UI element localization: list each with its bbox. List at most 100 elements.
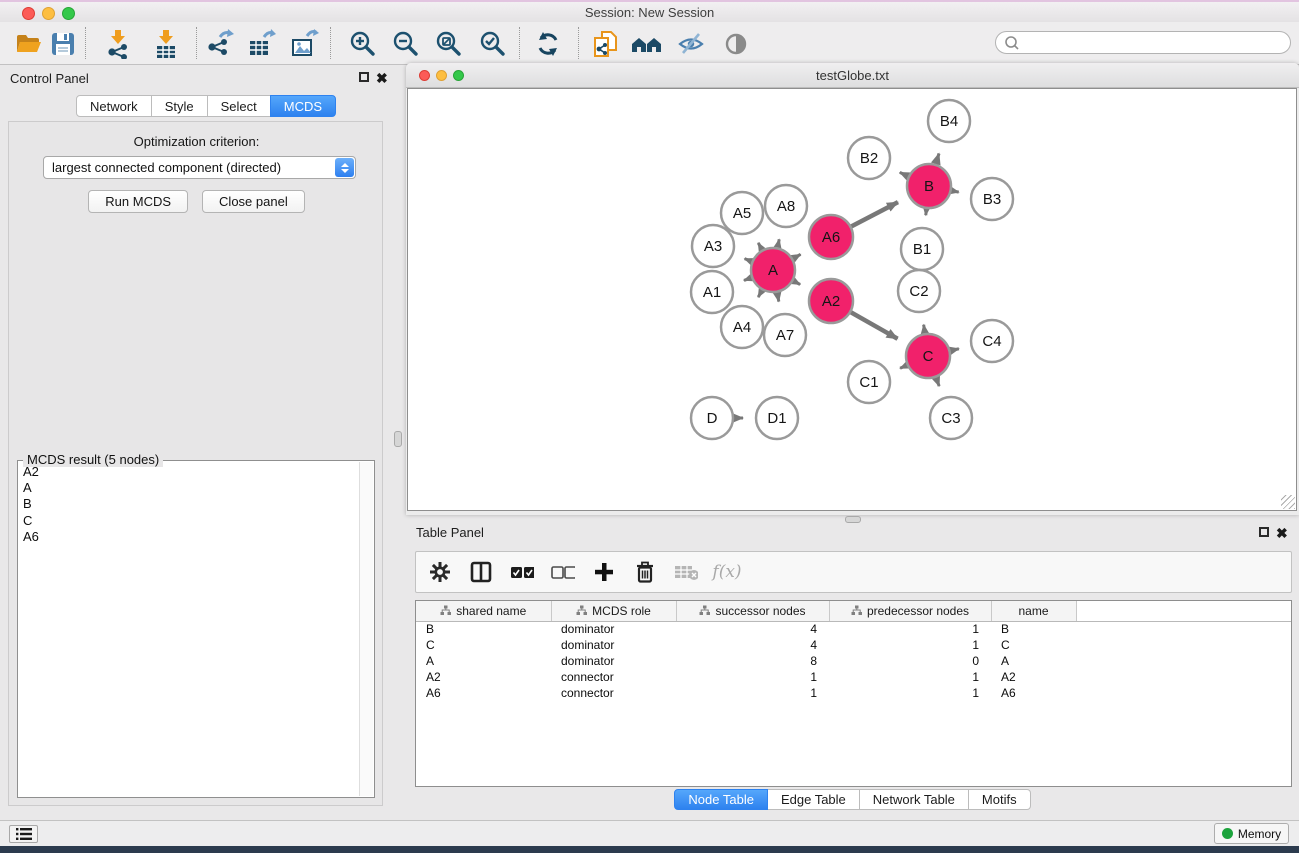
table-row[interactable]: A2connector11A2 bbox=[416, 669, 1291, 685]
graph-node-label-A4: A4 bbox=[733, 319, 751, 336]
tab-node-table[interactable]: Node Table bbox=[674, 789, 768, 810]
table-row[interactable]: Bdominator41B bbox=[416, 621, 1291, 637]
task-history-button[interactable] bbox=[9, 825, 38, 843]
table-cell: 4 bbox=[676, 637, 829, 653]
control-panel-close-icon[interactable]: ✖ bbox=[376, 72, 388, 84]
criterion-dropdown[interactable]: largest connected component (directed) bbox=[43, 156, 356, 179]
memory-button[interactable]: Memory bbox=[1214, 823, 1289, 844]
table-panel-title: Table Panel bbox=[416, 525, 484, 540]
tab-select[interactable]: Select bbox=[207, 95, 271, 117]
mcds-result-item[interactable]: C bbox=[23, 513, 359, 529]
table-toolbar: f(x) bbox=[415, 551, 1292, 593]
table-row[interactable]: A6connector11A6 bbox=[416, 685, 1291, 701]
search-input[interactable] bbox=[1020, 35, 1290, 51]
delete-column-icon[interactable] bbox=[633, 559, 657, 585]
graph-node-label-B: B bbox=[924, 178, 934, 195]
apply-layout-icon[interactable] bbox=[531, 27, 565, 61]
table-panel-close-icon[interactable]: ✖ bbox=[1276, 527, 1288, 539]
main-toolbar bbox=[0, 22, 1299, 65]
tab-network[interactable]: Network bbox=[76, 95, 152, 117]
table-cell bbox=[1076, 653, 1291, 669]
optimization-criterion-label: Optimization criterion: bbox=[9, 134, 384, 149]
criterion-value: largest connected component (directed) bbox=[44, 160, 335, 175]
column-header-successor-nodes[interactable]: successor nodes bbox=[676, 601, 829, 621]
table-panel-float-icon[interactable] bbox=[1259, 527, 1269, 537]
column-layout-icon[interactable] bbox=[469, 559, 493, 585]
network-canvas[interactable]: AA1A2A3A4A5A6A7A8BB1B2B3B4CC1C2C3C4DD1 bbox=[407, 88, 1297, 511]
table-cell: A2 bbox=[416, 669, 551, 685]
close-panel-button[interactable]: Close panel bbox=[202, 190, 305, 213]
memory-status-icon bbox=[1222, 828, 1233, 839]
tab-edge-table[interactable]: Edge Table bbox=[767, 789, 860, 810]
graph-node-label-A5: A5 bbox=[733, 205, 751, 222]
graph-node-label-C3: C3 bbox=[941, 410, 960, 427]
vertical-splitter-grip[interactable] bbox=[394, 431, 402, 447]
search-field[interactable] bbox=[995, 31, 1291, 54]
zoom-out-icon[interactable] bbox=[388, 27, 422, 61]
zoom-in-icon[interactable] bbox=[345, 27, 379, 61]
network-window-titlebar[interactable]: testGlobe.txt bbox=[406, 63, 1299, 88]
run-mcds-button[interactable]: Run MCDS bbox=[88, 190, 188, 213]
cytoscape-window: Session: New Session bbox=[0, 0, 1299, 853]
table-cell: 1 bbox=[676, 669, 829, 685]
table-cell: dominator bbox=[551, 637, 676, 653]
export-network-icon[interactable] bbox=[202, 27, 236, 61]
delete-table-icon[interactable] bbox=[674, 559, 698, 585]
table-tabs: Node TableEdge TableNetwork TableMotifs bbox=[406, 789, 1299, 810]
import-network-icon[interactable] bbox=[101, 27, 135, 61]
table-cell: A6 bbox=[416, 685, 551, 701]
status-bar: Memory bbox=[0, 820, 1299, 846]
window-resize-handle[interactable] bbox=[1281, 495, 1295, 509]
export-table-icon[interactable] bbox=[244, 27, 278, 61]
tab-style[interactable]: Style bbox=[151, 95, 208, 117]
table-row[interactable]: Cdominator41C bbox=[416, 637, 1291, 653]
column-header-predecessor-nodes[interactable]: predecessor nodes bbox=[829, 601, 991, 621]
result-scrollbar[interactable] bbox=[359, 462, 373, 796]
node-table: shared nameMCDS rolesuccessor nodesprede… bbox=[415, 600, 1292, 787]
select-all-icon[interactable] bbox=[510, 559, 534, 585]
session-title: Session: New Session bbox=[0, 5, 1299, 20]
table-cell bbox=[1076, 621, 1291, 637]
horizontal-splitter-grip[interactable] bbox=[845, 516, 861, 523]
add-column-icon[interactable] bbox=[592, 559, 616, 585]
column-header-name[interactable]: name bbox=[991, 601, 1076, 621]
tab-network-table[interactable]: Network Table bbox=[859, 789, 969, 810]
deselect-all-icon[interactable] bbox=[551, 559, 575, 585]
clone-network-icon[interactable] bbox=[588, 27, 622, 61]
save-session-icon[interactable] bbox=[46, 27, 80, 61]
show-all-networks-icon[interactable] bbox=[630, 27, 664, 61]
function-builder-icon[interactable]: f(x) bbox=[715, 559, 739, 585]
toolbar-separator bbox=[85, 27, 86, 59]
graph-node-label-B4: B4 bbox=[940, 113, 958, 130]
toolbar-separator bbox=[578, 27, 579, 59]
mcds-result-item[interactable]: A2 bbox=[23, 464, 359, 480]
tab-mcds[interactable]: MCDS bbox=[270, 95, 336, 117]
graph-node-label-C4: C4 bbox=[982, 333, 1001, 350]
mcds-result-item[interactable]: A6 bbox=[23, 529, 359, 545]
show-graphics-details-icon[interactable] bbox=[719, 27, 753, 61]
network-graph[interactable]: AA1A2A3A4A5A6A7A8BB1B2B3B4CC1C2C3C4DD1 bbox=[408, 89, 1296, 510]
graph-node-label-C2: C2 bbox=[909, 283, 928, 300]
table-cell: A2 bbox=[991, 669, 1076, 685]
hide-graphics-icon[interactable] bbox=[674, 27, 708, 61]
network-view-window: testGlobe.txt AA1A2A3A4A5A6A7A8BB1B2B3B4… bbox=[406, 63, 1299, 515]
mcds-result-item[interactable]: B bbox=[23, 496, 359, 512]
zoom-fit-icon[interactable] bbox=[431, 27, 465, 61]
table-row[interactable]: Adominator80A bbox=[416, 653, 1291, 669]
zoom-selected-icon[interactable] bbox=[475, 27, 509, 61]
tab-motifs[interactable]: Motifs bbox=[968, 789, 1031, 810]
import-table-icon[interactable] bbox=[149, 27, 183, 61]
export-image-icon[interactable] bbox=[287, 27, 321, 61]
table-settings-icon[interactable] bbox=[428, 559, 452, 585]
graph-node-label-A1: A1 bbox=[703, 284, 721, 301]
table-cell: 1 bbox=[829, 637, 991, 653]
column-header-MCDS-role[interactable]: MCDS role bbox=[551, 601, 676, 621]
open-session-icon[interactable] bbox=[11, 27, 45, 61]
graph-node-label-B3: B3 bbox=[983, 191, 1001, 208]
control-panel-float-icon[interactable] bbox=[359, 72, 369, 82]
network-title: testGlobe.txt bbox=[406, 68, 1299, 83]
table-header-row[interactable]: shared nameMCDS rolesuccessor nodesprede… bbox=[416, 601, 1291, 621]
mcds-panel: Optimization criterion: largest connecte… bbox=[8, 121, 383, 806]
mcds-result-item[interactable]: A bbox=[23, 480, 359, 496]
column-header-shared-name[interactable]: shared name bbox=[416, 601, 551, 621]
